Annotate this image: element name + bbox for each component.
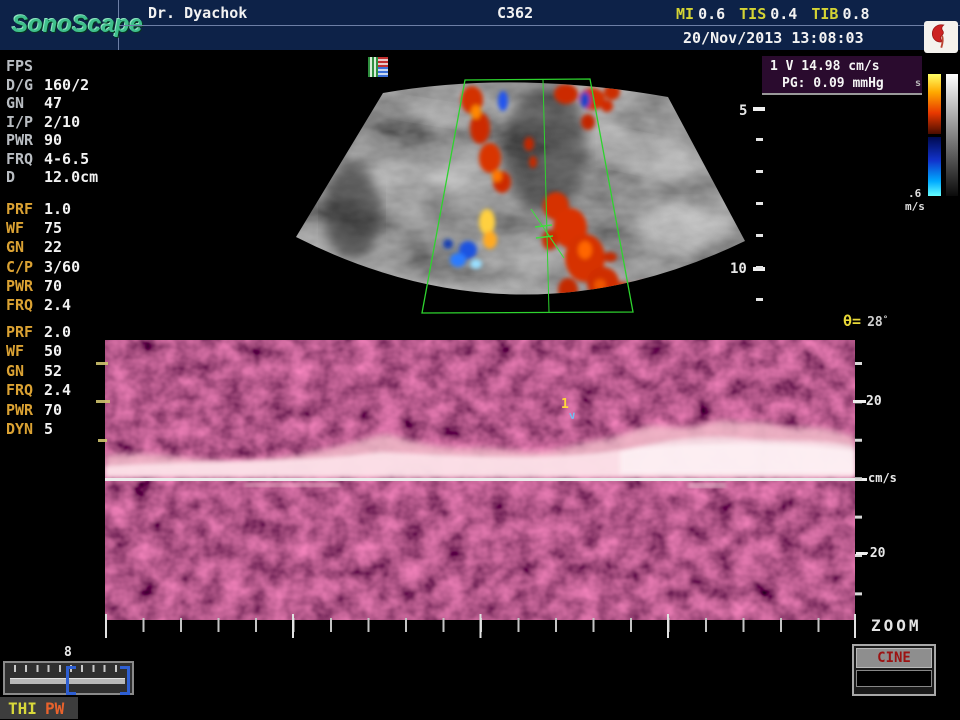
param-row: WF50 [6, 342, 126, 361]
pw-mode-button[interactable]: PW [45, 699, 64, 718]
param-row: DYN5 [6, 420, 126, 439]
velocity-label-pos: 20 [866, 394, 882, 409]
tis-label: TIS [739, 5, 766, 23]
cine-button-label[interactable]: CINE [856, 648, 932, 668]
datetime: 20/Nov/2013 13:08:03 [683, 29, 864, 47]
param-row: FPS [6, 57, 126, 76]
b-mode-image [285, 58, 755, 353]
param-row: PWR70 [6, 401, 126, 420]
param-row: PRF2.0 [6, 323, 126, 342]
param-row: D12.0cm [6, 168, 126, 187]
param-row: FRQ2.4 [6, 381, 126, 400]
kidney-preset-icon[interactable] [924, 21, 958, 53]
probe-icon-quadrant [378, 67, 388, 77]
trace-marker-arrow-icon: v [568, 409, 576, 423]
cine-button[interactable]: CINE [852, 644, 936, 696]
colorbar-scale-unit: m/s [905, 200, 925, 213]
tib-label: TIB [811, 5, 838, 23]
ultrasound-screen: SonoScape Dr. Dyachok C362 MI0.6 TIS0.4 TI… [0, 0, 960, 720]
theta-label: θ= [843, 312, 861, 330]
mode-indicator-strip: THI PW [0, 697, 78, 719]
ultrasound-graphics [0, 0, 960, 720]
pw-mode-params: PRF2.0 WF50 GN52 FRQ2.4 PWR70 DYN5 [6, 323, 126, 439]
param-row: C/P3/60 [6, 258, 126, 277]
param-row: PWR90 [6, 131, 126, 150]
mi-label: MI [676, 5, 694, 23]
spectral-display [105, 340, 867, 620]
colorbar-top-unit: s [915, 78, 921, 89]
degree-sign: ° [883, 315, 888, 325]
velocity-unit-label: cm/s [868, 471, 897, 485]
tis-value: 0.4 [770, 5, 797, 23]
cine-position-slider[interactable] [3, 661, 134, 695]
probe-model: C362 [497, 4, 533, 22]
probe-icon-quadrant [378, 57, 388, 67]
param-row: WF75 [6, 219, 126, 238]
mi-value: 0.6 [698, 5, 725, 23]
top-status-bar: SonoScape Dr. Dyachok C362 MI0.6 TIS0.4 TI… [0, 0, 960, 50]
color-mode-params: PRF1.0 WF75 GN22 C/P3/60 PWR70 FRQ2.4 [6, 200, 126, 315]
slider-left-handle[interactable] [66, 666, 76, 695]
pressure-gradient-measurement: PG: 0.09 mmHg [782, 75, 922, 92]
param-row: FRQ4-6.5 [6, 150, 126, 169]
slider-value: 8 [64, 645, 72, 660]
operator-name: Dr. Dyachok [148, 4, 247, 22]
acoustic-indices: MI0.6 TIS0.4 TIB0.8 [676, 4, 884, 23]
theta-value: 28 [867, 315, 883, 330]
param-row: GN47 [6, 94, 126, 113]
velocity-measurement: 1 V 14.98 cm/s [770, 58, 922, 75]
b-mode-params: FPS D/G160/2 GN47 I/P2/10 PWR90 FRQ4-6.5… [6, 57, 126, 187]
slider-right-handle[interactable] [120, 666, 130, 695]
colorbar-scale-value: .6 [908, 188, 921, 199]
param-row: GN52 [6, 362, 126, 381]
param-row: PRF1.0 [6, 200, 126, 219]
param-row: GN22 [6, 238, 126, 257]
doppler-angle-readout: θ= 28° [843, 312, 888, 330]
probe-icon-quadrant [368, 57, 378, 77]
param-row: PWR70 [6, 277, 126, 296]
probe-orientation-icon [368, 57, 388, 77]
param-row: D/G160/2 [6, 76, 126, 95]
cine-button-display [856, 670, 932, 687]
depth-label-5: 5 [739, 103, 747, 119]
spectral-baseline [105, 478, 867, 481]
param-row: FRQ2.4 [6, 296, 126, 315]
zoom-mode-label: ZOOM [871, 616, 922, 635]
velocity-label-neg: -20 [862, 546, 885, 561]
depth-label-10: 10 [730, 261, 747, 277]
color-velocity-bar [928, 74, 941, 196]
topbar-divider [119, 25, 960, 26]
param-row: I/P2/10 [6, 113, 126, 132]
thi-mode-button[interactable]: THI [8, 699, 37, 718]
grayscale-bar [946, 74, 958, 196]
tib-value: 0.8 [842, 5, 869, 23]
logo-cell: SonoScape [0, 0, 119, 50]
measurement-result-box: 1 V 14.98 cm/s PG: 0.09 mmHg [762, 56, 922, 95]
depth-scale-ticks [753, 107, 765, 304]
